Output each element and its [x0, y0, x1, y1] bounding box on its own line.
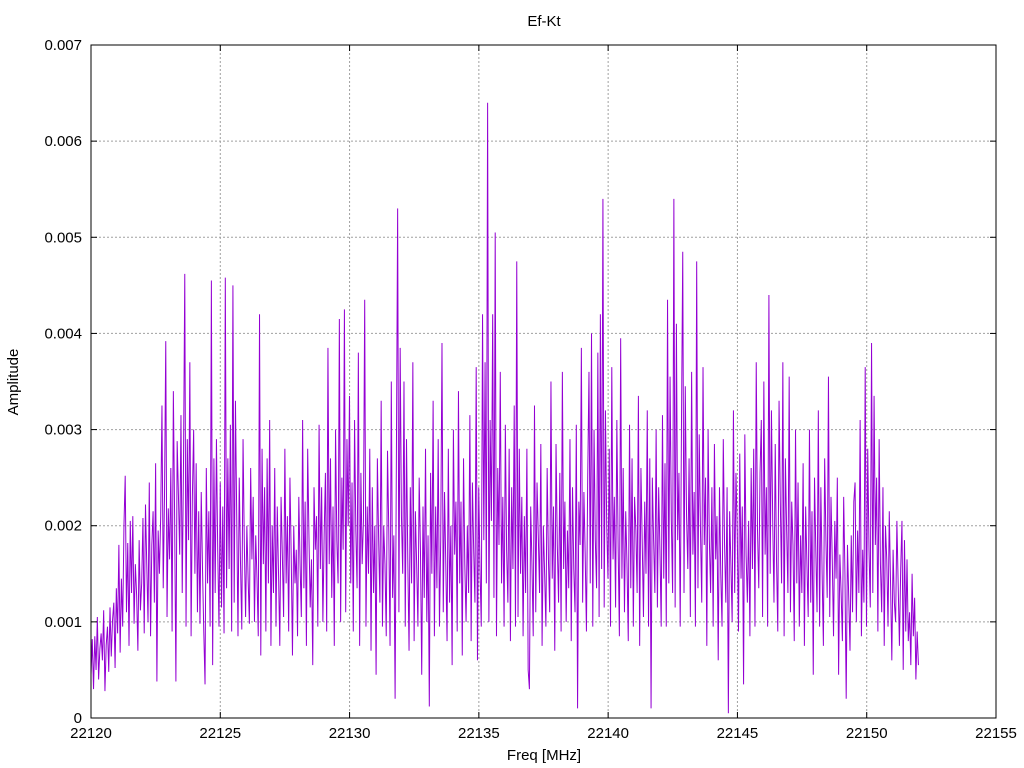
x-tick-label: 22130 [329, 725, 371, 742]
y-tick-label: 0.002 [44, 518, 82, 535]
y-tick-label: 0.001 [44, 614, 82, 631]
x-tick-label: 22125 [199, 725, 241, 742]
x-tick-label: 22135 [458, 725, 500, 742]
x-axis-title: Freq [MHz] [507, 747, 581, 764]
y-tick-label: 0.007 [44, 37, 82, 54]
x-tick-label: 22140 [587, 725, 629, 742]
x-tick-label: 22155 [975, 725, 1017, 742]
y-axis-title: Amplitude [5, 349, 22, 416]
amplitude-spectrum-chart: Ef-Kt 22120 22125 22130 22135 22140 22145 2215… [0, 0, 1024, 768]
x-tick-label: 22145 [717, 725, 759, 742]
x-tick-label: 22120 [70, 725, 112, 742]
y-tick-label: 0.006 [44, 133, 82, 150]
y-tick-label: 0 [74, 710, 82, 727]
x-tick-label: 22150 [846, 725, 888, 742]
y-tick-label: 0.004 [44, 325, 82, 342]
chart-background [0, 0, 1024, 768]
y-tick-label: 0.003 [44, 422, 82, 439]
chart-title: Ef-Kt [527, 13, 561, 30]
y-tick-label: 0.005 [44, 229, 82, 246]
